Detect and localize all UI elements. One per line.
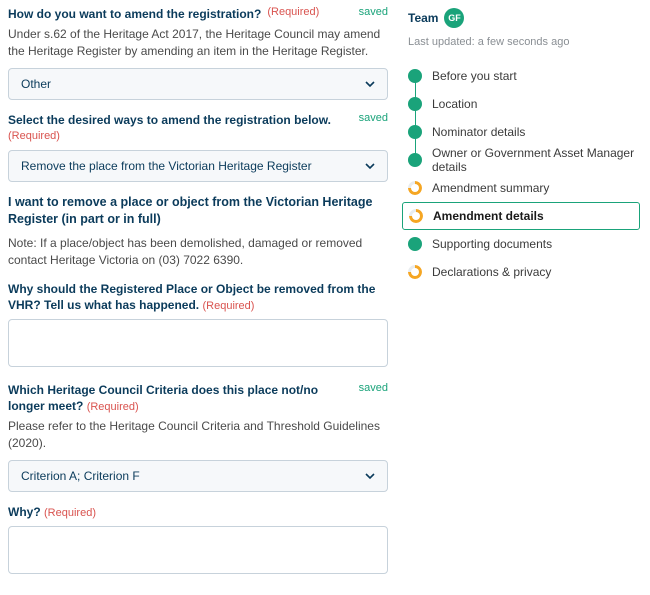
saved-indicator: saved bbox=[349, 6, 388, 18]
step-item[interactable]: Location bbox=[408, 90, 640, 118]
textarea-why-remove[interactable] bbox=[8, 319, 388, 367]
label-criteria: Which Heritage Council Criteria does thi… bbox=[8, 383, 318, 413]
team-label: Team bbox=[408, 11, 438, 25]
step-label: Location bbox=[432, 97, 477, 111]
field-criteria: Which Heritage Council Criteria does thi… bbox=[8, 382, 388, 492]
section-note-remove: Note: If a place/object has been demolis… bbox=[8, 235, 388, 269]
last-updated: Last updated: a few seconds ago bbox=[408, 36, 640, 48]
select-value: Criterion A; Criterion F bbox=[21, 469, 140, 483]
step-item[interactable]: Nominator details bbox=[408, 118, 640, 146]
step-item[interactable]: Amendment details bbox=[402, 202, 640, 230]
sidebar: Team GF Last updated: a few seconds ago … bbox=[408, 6, 640, 589]
step-item[interactable]: Owner or Government Asset Manager detail… bbox=[408, 146, 640, 174]
step-label: Supporting documents bbox=[432, 237, 552, 251]
required-marker: (Required) bbox=[202, 300, 254, 312]
progress-done-icon bbox=[408, 97, 422, 111]
label-why-remove: Why should the Registered Place or Objec… bbox=[8, 282, 375, 312]
progress-done-icon bbox=[408, 125, 422, 139]
step-item[interactable]: Supporting documents bbox=[408, 230, 640, 258]
progress-partial-icon bbox=[409, 209, 423, 223]
help-amend-how: Under s.62 of the Heritage Act 2017, the… bbox=[8, 26, 388, 60]
step-label: Before you start bbox=[432, 69, 517, 83]
progress-partial-icon bbox=[408, 265, 422, 279]
required-marker: (Required) bbox=[87, 401, 139, 413]
field-why-remove: Why should the Registered Place or Objec… bbox=[8, 281, 388, 370]
chevron-down-icon bbox=[365, 79, 375, 89]
chevron-down-icon bbox=[365, 471, 375, 481]
saved-indicator: saved bbox=[349, 112, 388, 124]
help-criteria: Please refer to the Heritage Council Cri… bbox=[8, 418, 388, 452]
progress-done-icon bbox=[408, 153, 422, 167]
select-amend-ways[interactable]: Remove the place from the Victorian Heri… bbox=[8, 150, 388, 182]
field-amend-how: How do you want to amend the registratio… bbox=[8, 6, 388, 100]
step-label: Amendment details bbox=[433, 209, 544, 223]
form-main: How do you want to amend the registratio… bbox=[8, 6, 388, 589]
required-marker: (Required) bbox=[8, 130, 60, 142]
saved-indicator: saved bbox=[349, 382, 388, 394]
required-marker: (Required) bbox=[267, 6, 319, 18]
field-why: Why? (Required) bbox=[8, 504, 388, 577]
label-why: Why? bbox=[8, 505, 41, 519]
step-item[interactable]: Before you start bbox=[408, 62, 640, 90]
label-amend-how: How do you want to amend the registratio… bbox=[8, 6, 261, 22]
select-criteria[interactable]: Criterion A; Criterion F bbox=[8, 460, 388, 492]
step-label: Declarations & privacy bbox=[432, 265, 551, 279]
textarea-why[interactable] bbox=[8, 526, 388, 574]
select-value: Remove the place from the Victorian Heri… bbox=[21, 159, 312, 173]
progress-partial-icon bbox=[408, 181, 422, 195]
avatar[interactable]: GF bbox=[444, 8, 464, 28]
progress-done-icon bbox=[408, 69, 422, 83]
progress-done-icon bbox=[408, 237, 422, 251]
select-amend-how[interactable]: Other bbox=[8, 68, 388, 100]
label-amend-ways: Select the desired ways to amend the reg… bbox=[8, 112, 331, 128]
step-connector bbox=[415, 76, 417, 160]
step-label: Nominator details bbox=[432, 125, 525, 139]
field-amend-ways: Select the desired ways to amend the reg… bbox=[8, 112, 388, 182]
chevron-down-icon bbox=[365, 161, 375, 171]
step-label: Owner or Government Asset Manager detail… bbox=[432, 146, 640, 174]
progress-steps: Before you start Location Nominator detail… bbox=[408, 62, 640, 286]
section-heading-remove: I want to remove a place or object from … bbox=[8, 194, 388, 229]
step-item[interactable]: Declarations & privacy bbox=[408, 258, 640, 286]
team-row: Team GF bbox=[408, 8, 640, 28]
step-item[interactable]: Amendment summary bbox=[408, 174, 640, 202]
select-value: Other bbox=[21, 77, 51, 91]
required-marker: (Required) bbox=[44, 507, 96, 519]
step-label: Amendment summary bbox=[432, 181, 549, 195]
